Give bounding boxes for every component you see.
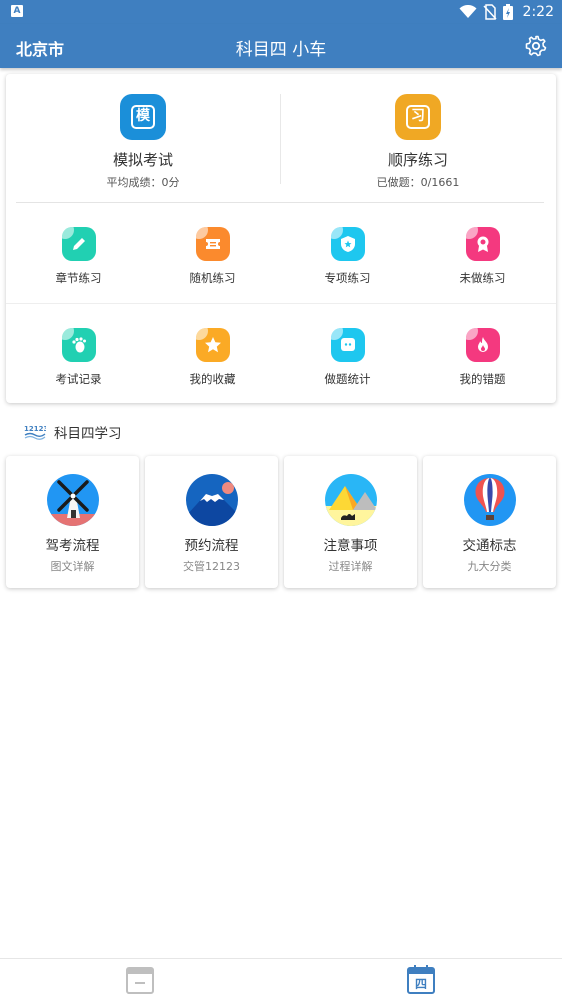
study-section-title: 科目四学习 — [54, 426, 122, 442]
chapter-practice-button[interactable]: 章节练习 — [10, 227, 147, 286]
booking-process-subtitle: 交管12123 — [183, 560, 240, 573]
status-bar: A 2:22 — [0, 0, 562, 24]
footprint-icon — [61, 328, 96, 362]
pencil-icon — [61, 227, 96, 261]
booking-process-title: 预约流程 — [184, 538, 239, 554]
booking-process-card[interactable]: 预约流程 交管12123 — [145, 456, 278, 588]
sequential-practice-icon: 习 — [395, 94, 441, 140]
app-bar: 北京市 科目四 小车 — [0, 24, 562, 68]
ticket-icon — [195, 227, 230, 261]
mountain-icon — [185, 474, 238, 526]
study-section-header: 12123 科目四学习 — [24, 422, 122, 442]
special-practice-button[interactable]: 专项练习 — [279, 227, 416, 286]
favorites-button[interactable]: 我的收藏 — [144, 328, 281, 387]
bottom-navigation: 四 — [0, 958, 562, 999]
favorites-label: 我的收藏 — [189, 372, 236, 386]
mock-exam-icon: 模 — [120, 94, 166, 140]
exam-process-card[interactable]: 驾考流程 图文详解 — [6, 456, 139, 588]
balloon-icon — [463, 474, 516, 526]
statistics-label: 做题统计 — [324, 372, 371, 386]
page-title: 科目四 小车 — [235, 40, 327, 60]
statistics-button[interactable]: 做题统计 — [279, 328, 416, 387]
wrong-questions-label: 我的错题 — [459, 372, 506, 386]
chat-icon — [330, 328, 365, 362]
exam-process-title: 驾考流程 — [45, 538, 100, 554]
sequential-practice-button[interactable]: 习 顺序练习 已做题：0/1661 — [281, 94, 555, 190]
special-practice-label: 专项练习 — [324, 271, 371, 285]
wrong-questions-button[interactable]: 我的错题 — [414, 328, 551, 387]
windmill-icon — [46, 474, 99, 526]
gear-icon[interactable] — [524, 34, 548, 58]
flame-icon — [465, 328, 500, 362]
random-practice-button[interactable]: 随机练习 — [144, 227, 281, 286]
mock-exam-average-score: 平均成绩：0分 — [106, 176, 180, 189]
traffic-signs-subtitle: 九大分类 — [467, 560, 512, 573]
pyramid-icon — [324, 474, 377, 526]
exam-records-button[interactable]: 考试记录 — [10, 328, 147, 387]
sequential-practice-progress: 已做题：0/1661 — [376, 176, 460, 189]
exam-records-label: 考试记录 — [55, 372, 102, 386]
mock-exam-label: 模拟考试 — [112, 151, 173, 169]
tab-subject-four[interactable]: 四 — [407, 965, 435, 995]
calendar-blank-icon[interactable] — [126, 965, 154, 995]
precautions-card[interactable]: 注意事项 过程详解 — [284, 456, 417, 588]
undone-practice-button[interactable]: 未做练习 — [414, 227, 551, 286]
mock-exam-button[interactable]: 模 模拟考试 平均成绩：0分 — [6, 94, 280, 190]
notification-icon: A — [11, 5, 23, 17]
traffic-signs-card[interactable]: 交通标志 九大分类 — [423, 456, 556, 588]
no-sim-icon — [482, 4, 497, 20]
wifi-icon — [459, 5, 477, 18]
exam-process-subtitle: 图文详解 — [50, 560, 95, 573]
chapter-practice-label: 章节练习 — [55, 271, 102, 285]
tab-subject-four-label: 四 — [414, 977, 427, 991]
precautions-subtitle: 过程详解 — [328, 560, 373, 573]
undone-practice-label: 未做练习 — [459, 271, 506, 285]
star-icon — [195, 328, 230, 362]
12123-logo-icon: 12123 — [24, 425, 46, 440]
divider — [16, 202, 544, 203]
divider — [6, 303, 556, 304]
battery-icon — [502, 4, 513, 20]
svg-text:12123: 12123 — [24, 425, 46, 433]
precautions-title: 注意事项 — [323, 538, 378, 554]
shield-star-icon — [330, 227, 365, 261]
ribbon-icon — [465, 227, 500, 261]
random-practice-label: 随机练习 — [189, 271, 236, 285]
traffic-signs-title: 交通标志 — [462, 538, 517, 554]
practice-card: 模 模拟考试 平均成绩：0分 习 顺序练习 已做题：0/1661 章节练习 随机… — [6, 74, 556, 403]
sequential-practice-label: 顺序练习 — [387, 151, 448, 169]
status-time: 2:22 — [522, 4, 554, 20]
